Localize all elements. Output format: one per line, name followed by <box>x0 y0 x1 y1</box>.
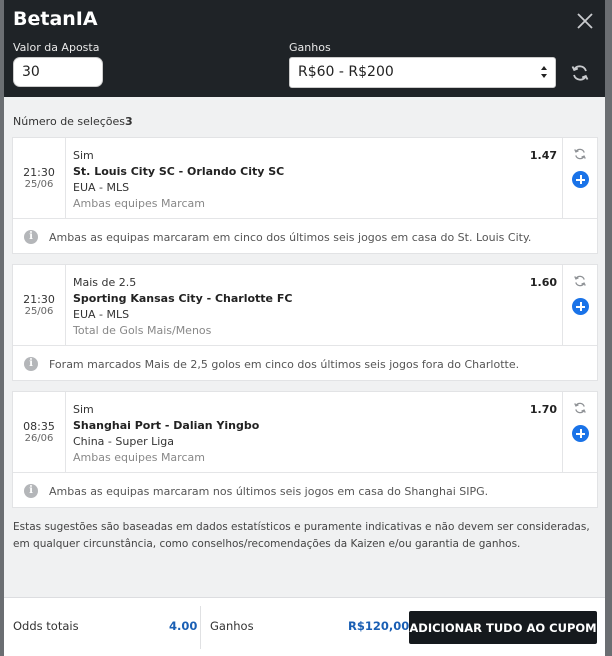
card-actions <box>562 138 597 218</box>
market-selection: Sim <box>73 149 94 162</box>
selection-insight: i Ambas as equipas marcaram em cinco dos… <box>13 218 597 255</box>
selection-insight: i Foram marcados Mais de 2,5 golos em ci… <box>13 345 597 382</box>
winnings-select-value: R$60 - R$200 <box>298 64 394 80</box>
plus-circle-icon[interactable] <box>572 298 589 315</box>
modal-footer: Odds totais 4.00 Ganhos R$120,00 ADICION… <box>4 597 605 656</box>
event-time: 21:30 <box>23 166 55 179</box>
market-selection: Sim <box>73 403 94 416</box>
add-all-to-coupon-button[interactable]: ADICIONAR TUDO AO CUPOM <box>409 611 597 644</box>
modal-title: BetanIA <box>13 8 98 30</box>
winnings-select[interactable]: R$60 - R$200 <box>289 57 556 88</box>
bet-type: Ambas equipes Marcam <box>73 451 205 464</box>
plus-circle-icon[interactable] <box>572 171 589 188</box>
disclaimer-line: Estas sugestões são baseadas em dados es… <box>13 521 590 533</box>
selection-card: 08:35 26/06 Sim 1.70 Shanghai Port - Dal… <box>12 391 598 508</box>
event-date: 25/06 <box>24 306 54 317</box>
disclaimer-line: em qualquer circunstância, como conselho… <box>13 538 521 550</box>
info-icon: i <box>24 484 38 498</box>
market-selection: Mais de 2.5 <box>73 276 137 289</box>
selection-insight: i Ambas as equipas marcaram nos últimos … <box>13 472 597 509</box>
event-time: 08:35 <box>23 420 55 433</box>
selection-odd: 1.60 <box>529 276 557 289</box>
match-name: Sporting Kansas City - Charlotte FC <box>73 292 293 305</box>
insight-text: Ambas as equipas marcaram em cinco dos ú… <box>49 231 532 244</box>
footer-winnings-label: Ganhos <box>210 619 254 633</box>
bet-type: Ambas equipes Marcam <box>73 197 205 210</box>
close-icon[interactable] <box>575 11 595 31</box>
league-name: China - Super Liga <box>73 435 175 448</box>
insight-text: Ambas as equipas marcaram nos últimos se… <box>49 485 489 498</box>
event-date: 26/06 <box>24 433 54 444</box>
card-actions <box>562 265 597 345</box>
insight-text: Foram marcados Mais de 2,5 golos em cinc… <box>49 358 520 371</box>
card-actions <box>562 392 597 472</box>
selection-details: Sim 1.47 St. Louis City SC - Orlando Cit… <box>73 138 563 218</box>
league-name: EUA - MLS <box>73 308 130 321</box>
event-time: 21:30 <box>23 293 55 306</box>
refresh-icon[interactable] <box>573 147 587 161</box>
selections-count: Número de seleções3 <box>13 115 133 128</box>
refresh-icon[interactable] <box>573 401 587 415</box>
event-time-column: 21:30 25/06 <box>13 138 66 218</box>
winnings-label: Ganhos <box>289 41 331 54</box>
total-odds-label: Odds totais <box>13 619 79 633</box>
event-time-column: 21:30 25/06 <box>13 265 66 345</box>
match-name: St. Louis City SC - Orlando City SC <box>73 165 285 178</box>
total-odds-value: 4.00 <box>169 619 198 633</box>
bet-type: Total de Gols Mais/Menos <box>73 324 212 337</box>
refresh-icon[interactable] <box>570 63 590 83</box>
selection-card: 21:30 25/06 Sim 1.47 St. Louis City SC -… <box>12 137 598 254</box>
refresh-icon[interactable] <box>573 274 587 288</box>
info-icon: i <box>24 357 38 371</box>
stake-label: Valor da Aposta <box>13 41 100 54</box>
league-name: EUA - MLS <box>73 181 130 194</box>
select-arrows-icon <box>541 66 547 78</box>
betania-modal: BetanIA Valor da Aposta 30 Ganhos R$60 -… <box>4 0 605 656</box>
disclaimer: Estas sugestões são baseadas em dados es… <box>13 519 598 553</box>
selection-details: Mais de 2.5 1.60 Sporting Kansas City - … <box>73 265 563 345</box>
plus-circle-icon[interactable] <box>572 425 589 442</box>
info-icon: i <box>24 230 38 244</box>
modal-header: BetanIA Valor da Aposta 30 Ganhos R$60 -… <box>4 0 605 97</box>
match-name: Shanghai Port - Dalian Yingbo <box>73 419 260 432</box>
selection-card: 21:30 25/06 Mais de 2.5 1.60 Sporting Ka… <box>12 264 598 381</box>
selections-number: 3 <box>125 115 133 128</box>
footer-divider <box>200 606 201 649</box>
selection-odd: 1.70 <box>529 403 557 416</box>
footer-winnings-value: R$120,00 <box>348 619 410 633</box>
selection-details: Sim 1.70 Shanghai Port - Dalian Yingbo C… <box>73 392 563 472</box>
stake-input[interactable]: 30 <box>13 57 103 87</box>
selections-label: Número de seleções <box>13 115 126 128</box>
event-time-column: 08:35 26/06 <box>13 392 66 472</box>
event-date: 25/06 <box>24 179 54 190</box>
selection-odd: 1.47 <box>529 149 557 162</box>
